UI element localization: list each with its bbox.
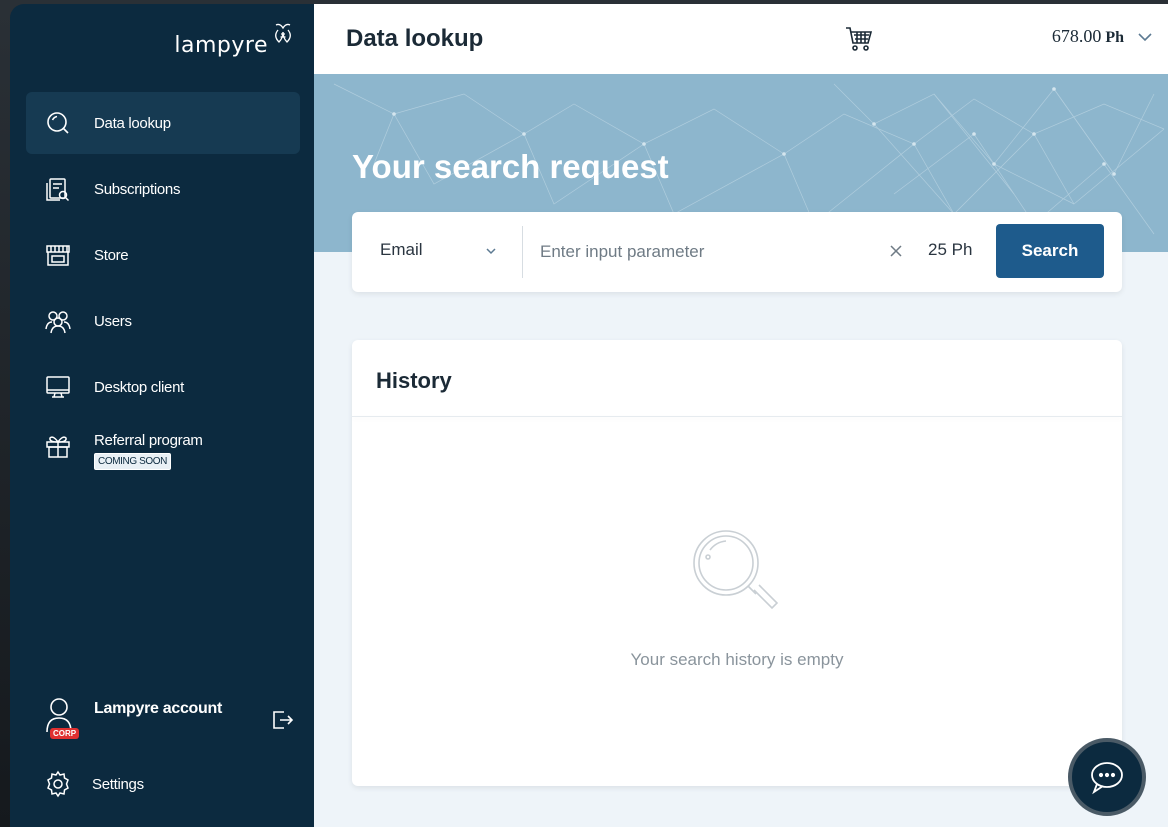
sidebar-item-subscriptions[interactable]: Subscriptions <box>26 158 300 220</box>
history-title: History <box>376 368 452 393</box>
close-icon[interactable] <box>888 243 904 259</box>
chevron-down-icon[interactable] <box>1136 28 1154 46</box>
coming-soon-badge: COMING SOON <box>94 453 171 470</box>
cart-icon[interactable] <box>844 24 874 54</box>
sidebar-item-desktop-client[interactable]: Desktop client <box>26 356 300 418</box>
balance-amount: 678.00 <box>1051 26 1102 46</box>
balance-display[interactable]: 678.00 Ph <box>1052 26 1124 47</box>
sidebar-item-label: Store <box>94 246 129 264</box>
avatar: CORP <box>44 696 80 744</box>
sidebar-item-referral-program[interactable]: Referral program COMING SOON <box>26 422 300 484</box>
account-name: Lampyre account <box>94 700 222 717</box>
chat-button[interactable] <box>1068 738 1146 816</box>
search-request-title: Your search request <box>352 148 669 185</box>
referral-text: Referral program COMING SOON <box>94 432 203 470</box>
sidebar-item-label: Data lookup <box>94 114 171 132</box>
search-input[interactable] <box>540 236 860 268</box>
gift-icon <box>46 436 70 458</box>
divider <box>352 416 1122 417</box>
search-button[interactable]: Search <box>996 224 1104 278</box>
sidebar-item-label: Subscriptions <box>94 180 181 198</box>
search-cost: 25 Ph <box>928 240 973 259</box>
sidebar-item-label: Desktop client <box>94 378 185 396</box>
history-empty-message: Your search history is empty <box>630 650 844 669</box>
sidebar-item-settings[interactable]: Settings <box>44 770 144 798</box>
brand-logo[interactable]: lampyre <box>174 22 296 58</box>
search-type-select[interactable]: Email <box>380 240 423 260</box>
users-icon <box>45 311 71 334</box>
brand-name: lampyre <box>174 33 268 58</box>
magnifier-icon <box>693 530 779 610</box>
sidebar-item-data-lookup[interactable]: Data lookup <box>26 92 300 154</box>
subscriptions-icon <box>46 178 70 202</box>
page-title: Data lookup <box>346 25 484 52</box>
sidebar-nav: Data lookup Subscriptions Store Users De… <box>26 92 300 488</box>
balance-unit: Ph <box>1105 29 1124 46</box>
sidebar-item-label: Referral program <box>94 432 203 449</box>
sidebar-item-store[interactable]: Store <box>26 224 300 286</box>
firefly-logo-icon <box>275 23 291 43</box>
sidebar-item-label: Users <box>94 312 132 330</box>
sidebar: lampyre Data lookup Subscriptions Store … <box>10 4 314 827</box>
account-section[interactable]: CORP Lampyre account <box>44 696 294 750</box>
settings-label: Settings <box>92 775 144 793</box>
logout-icon[interactable] <box>270 708 294 732</box>
sidebar-item-users[interactable]: Users <box>26 290 300 352</box>
divider <box>522 226 523 278</box>
store-icon <box>46 245 70 266</box>
gear-icon <box>47 770 69 798</box>
top-bar: Data lookup 678.00 Ph <box>314 4 1168 74</box>
history-panel: History Your search history is empty <box>352 340 1122 786</box>
search-icon <box>47 112 69 134</box>
chevron-down-icon[interactable] <box>484 244 498 258</box>
search-bar: Email 25 Ph Search <box>352 212 1122 292</box>
monitor-icon <box>46 376 70 398</box>
corp-badge: CORP <box>50 728 80 739</box>
chat-bubble-icon <box>1091 762 1123 795</box>
main-content: Data lookup 678.00 Ph Your search reques… <box>314 4 1168 827</box>
